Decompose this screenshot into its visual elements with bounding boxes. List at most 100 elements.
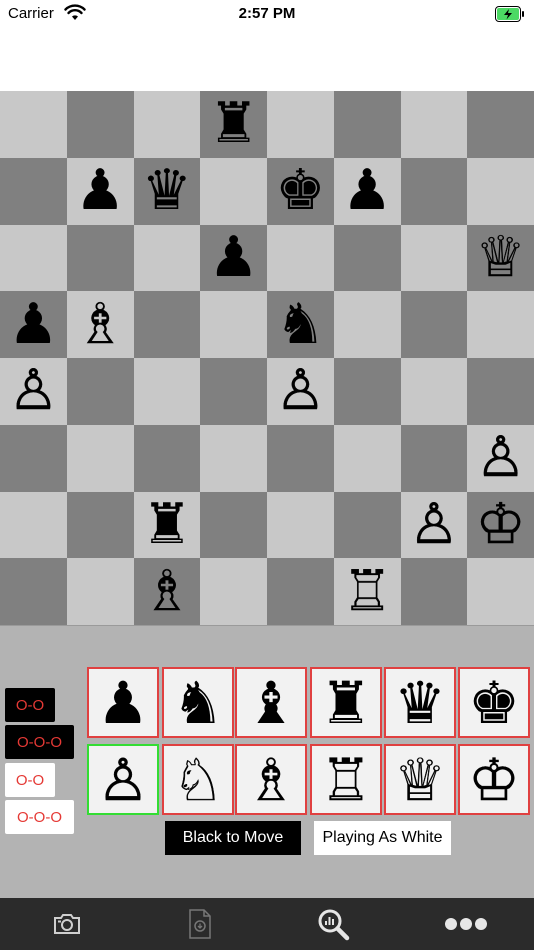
square-c3[interactable] [133, 424, 201, 492]
select-black-bishop-button[interactable]: ♝ [235, 667, 307, 738]
black-pawn[interactable]: ♟ [75, 163, 125, 219]
square-f5[interactable] [333, 291, 401, 358]
square-a7[interactable] [0, 157, 67, 225]
square-h7[interactable] [467, 157, 534, 225]
square-g7[interactable] [400, 157, 468, 225]
black-queen[interactable]: ♛ [142, 163, 192, 219]
playing-as-white-button[interactable]: Playing As White [314, 821, 451, 855]
square-a3[interactable] [0, 424, 67, 492]
select-white-queen-button[interactable]: ♕ [384, 744, 456, 815]
camera-tab[interactable] [0, 898, 133, 950]
white-pawn[interactable]: ♙ [409, 496, 460, 553]
square-d6[interactable]: ♟ [200, 224, 267, 292]
square-d4[interactable] [200, 358, 267, 425]
square-h1[interactable] [467, 558, 534, 625]
select-white-rook-button[interactable]: ♖ [310, 744, 382, 815]
white-rook[interactable]: ♖ [342, 563, 393, 620]
square-d8[interactable]: ♜ [200, 91, 267, 158]
square-c5[interactable] [133, 291, 201, 358]
square-c1[interactable]: ♗ [133, 558, 201, 625]
square-e4[interactable]: ♙ [267, 358, 334, 425]
square-e7[interactable]: ♚ [267, 157, 334, 225]
square-c7[interactable]: ♛ [133, 157, 201, 225]
white-castle-short-button[interactable]: O-O [5, 763, 55, 797]
square-b5[interactable]: ♗ [66, 291, 134, 358]
square-c2[interactable]: ♜ [133, 491, 201, 559]
square-e3[interactable] [267, 424, 334, 492]
square-g1[interactable] [400, 558, 468, 625]
select-black-king-button[interactable]: ♚ [458, 667, 530, 738]
select-white-knight-button[interactable]: ♘ [162, 744, 234, 815]
square-a4[interactable]: ♙ [0, 358, 67, 425]
black-castle-short-button[interactable]: O-O [5, 688, 55, 722]
select-white-bishop-button[interactable]: ♗ [235, 744, 307, 815]
square-f8[interactable] [333, 91, 401, 158]
square-d2[interactable] [200, 491, 267, 559]
square-h3[interactable]: ♙ [467, 424, 534, 492]
square-b6[interactable] [66, 224, 134, 292]
square-f4[interactable] [333, 358, 401, 425]
select-black-queen-button[interactable]: ♛ [384, 667, 456, 738]
square-b3[interactable] [66, 424, 134, 492]
square-d5[interactable] [200, 291, 267, 358]
square-g4[interactable] [400, 358, 468, 425]
square-e5[interactable]: ♞ [267, 291, 334, 358]
select-black-knight-button[interactable]: ♞ [162, 667, 234, 738]
square-d7[interactable] [200, 157, 267, 225]
white-pawn[interactable]: ♙ [275, 363, 326, 419]
square-e1[interactable] [267, 558, 334, 625]
square-c6[interactable] [133, 224, 201, 292]
square-h5[interactable] [467, 291, 534, 358]
black-knight[interactable]: ♞ [275, 296, 325, 353]
square-b8[interactable] [66, 91, 134, 158]
square-b1[interactable] [66, 558, 134, 625]
square-f6[interactable] [333, 224, 401, 292]
more-tab[interactable] [399, 898, 532, 950]
black-pawn[interactable]: ♟ [342, 163, 392, 219]
square-d3[interactable] [200, 424, 267, 492]
square-f3[interactable] [333, 424, 401, 492]
square-c4[interactable] [133, 358, 201, 425]
analyze-tab[interactable] [266, 898, 399, 950]
square-f2[interactable] [333, 491, 401, 559]
square-e8[interactable] [267, 91, 334, 158]
white-king[interactable]: ♔ [475, 496, 526, 553]
square-e2[interactable] [267, 491, 334, 559]
black-castle-long-button[interactable]: O-O-O [5, 725, 74, 759]
square-f1[interactable]: ♖ [333, 558, 401, 625]
square-b7[interactable]: ♟ [66, 157, 134, 225]
select-white-pawn-button[interactable]: ♙ [87, 744, 159, 815]
square-f7[interactable]: ♟ [333, 157, 401, 225]
black-pawn[interactable]: ♟ [8, 296, 58, 353]
square-c8[interactable] [133, 91, 201, 158]
square-a6[interactable] [0, 224, 67, 292]
square-h4[interactable] [467, 358, 534, 425]
black-rook[interactable]: ♜ [209, 96, 259, 152]
document-tab[interactable] [133, 898, 266, 950]
square-a5[interactable]: ♟ [0, 291, 67, 358]
square-g3[interactable] [400, 424, 468, 492]
black-pawn[interactable]: ♟ [209, 229, 259, 286]
select-white-king-button[interactable]: ♔ [458, 744, 530, 815]
square-e6[interactable] [267, 224, 334, 292]
square-h6[interactable]: ♕ [467, 224, 534, 292]
select-black-rook-button[interactable]: ♜ [310, 667, 382, 738]
white-queen[interactable]: ♕ [475, 229, 526, 286]
black-king[interactable]: ♚ [275, 163, 325, 219]
square-h8[interactable] [467, 91, 534, 158]
square-b4[interactable] [66, 358, 134, 425]
black-to-move-button[interactable]: Black to Move [165, 821, 301, 855]
square-g2[interactable]: ♙ [400, 491, 468, 559]
square-a2[interactable] [0, 491, 67, 559]
white-bishop[interactable]: ♗ [75, 296, 126, 353]
square-g6[interactable] [400, 224, 468, 292]
white-castle-long-button[interactable]: O-O-O [5, 800, 74, 834]
chess-board[interactable]: ♜ ♟ ♛ ♚ ♟ ♟ ♕ ♟ ♗ ♞ ♙ ♙ ♙ ♜ ♙ ♔ ♗ ♖ [0, 91, 534, 625]
square-g8[interactable] [400, 91, 468, 158]
white-bishop[interactable]: ♗ [142, 563, 193, 620]
select-black-pawn-button[interactable]: ♟ [87, 667, 159, 738]
square-a1[interactable] [0, 558, 67, 625]
white-pawn[interactable]: ♙ [8, 363, 59, 419]
white-pawn[interactable]: ♙ [475, 429, 526, 486]
square-g5[interactable] [400, 291, 468, 358]
